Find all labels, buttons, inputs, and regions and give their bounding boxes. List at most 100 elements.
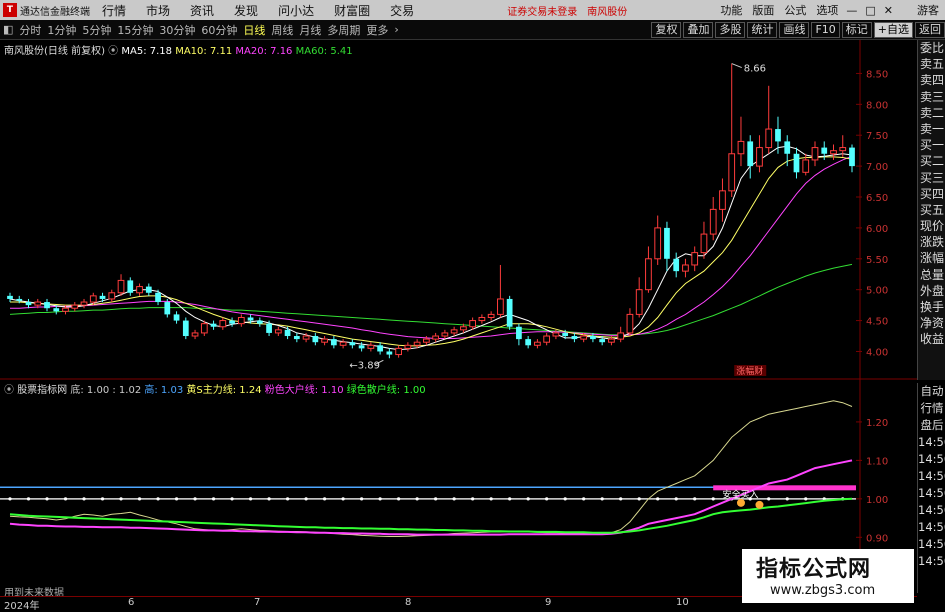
bottom-ref-dot — [471, 497, 475, 501]
period-daily[interactable]: 日线 — [243, 22, 265, 38]
menu-discover[interactable]: 发现 — [234, 2, 258, 19]
close-icon[interactable]: ✕ — [884, 4, 893, 17]
menu-function[interactable]: 功能 — [720, 2, 742, 18]
bottom-ref-dot — [582, 497, 586, 501]
bottom-ref-dot — [360, 497, 364, 501]
candle-body — [256, 320, 263, 324]
collapse-icon[interactable]: ◧ — [3, 23, 13, 36]
panel-item-buy5[interactable]: 买五 — [918, 202, 945, 218]
period-5min[interactable]: 5分钟 — [82, 22, 111, 38]
bottom-ref-dot — [600, 497, 604, 501]
bottom-ref-dot — [767, 497, 771, 501]
signal-marker-icon — [736, 498, 745, 507]
bottom-ref-dot — [211, 497, 216, 501]
login-notice[interactable]: 证券交易未登录 — [507, 3, 577, 18]
indicator-name[interactable]: 股票指标网 — [17, 385, 67, 396]
bottom-ref-dot — [637, 497, 641, 501]
bottom-ref-dot — [267, 497, 271, 501]
price-tick-label: 7.00 — [866, 162, 888, 173]
bottom-ref-dot — [489, 497, 493, 501]
bottom-ref-dot — [656, 497, 660, 501]
period-weekly[interactable]: 周线 — [271, 22, 293, 38]
candle-body — [590, 336, 596, 340]
chart-area[interactable]: 8.50 8.00 7.50 7.00 6.50 6.00 5.50 5.00 4.50 4.00… — [0, 40, 917, 596]
panel-item-buy1[interactable]: 买一 — [918, 137, 945, 153]
btn-back[interactable]: 返回 — [915, 21, 945, 38]
panel-item-pct[interactable]: 涨幅 — [918, 250, 945, 266]
period-30min[interactable]: 30分钟 — [159, 22, 195, 38]
menu-trade[interactable]: 交易 — [390, 2, 414, 19]
panel-item-sell5[interactable]: 卖五 — [918, 56, 945, 72]
menu-wealth[interactable]: 财富圈 — [334, 2, 370, 19]
tick-item-auto[interactable]: 自动 — [918, 383, 945, 400]
btn-adjust[interactable]: 复权 — [651, 21, 682, 38]
candle-body — [487, 313, 495, 318]
panel-item-sell2[interactable]: 卖二 — [918, 105, 945, 121]
btn-overlay[interactable]: 叠加 — [683, 21, 714, 38]
bottom-ref-dot — [508, 497, 512, 501]
candle-body — [534, 341, 541, 346]
period-15min[interactable]: 15分钟 — [117, 22, 153, 38]
btn-multi-stock[interactable]: 多股 — [715, 21, 746, 38]
panel-item-change[interactable]: 涨跌 — [918, 234, 945, 250]
btn-f10[interactable]: F10 — [811, 21, 840, 38]
btn-add-watchlist[interactable]: +自选 — [873, 21, 913, 38]
menu-news[interactable]: 资讯 — [190, 2, 214, 19]
bottom-ref-dot — [82, 497, 86, 501]
panel-item-sell3[interactable]: 卖三 — [918, 89, 945, 105]
panel-item-price[interactable]: 现价 — [918, 218, 945, 234]
btn-stats[interactable]: 统计 — [747, 21, 778, 38]
ma-toggle-icon[interactable]: ⦿ — [108, 46, 118, 57]
indicator-toggle-icon[interactable]: ⦿ — [4, 385, 14, 396]
panel-item-eps[interactable]: 收益 — [918, 331, 945, 347]
menu-quotes[interactable]: 行情 — [102, 2, 126, 19]
candle-body — [173, 314, 180, 321]
tick-item-after[interactable]: 盘后 — [918, 417, 945, 434]
minimize-icon[interactable]: — — [846, 4, 857, 17]
watermark-logo: 指标公式网 www.zbgs3.com — [742, 549, 914, 603]
btn-mark[interactable]: 标记 — [841, 21, 872, 38]
menu-market[interactable]: 市场 — [146, 2, 170, 19]
guest-label[interactable]: 游客 — [917, 2, 939, 18]
bottom-ref-dot — [119, 497, 123, 501]
panel-item-buy4[interactable]: 买四 — [918, 186, 945, 202]
chevron-right-icon[interactable]: › — [394, 23, 398, 36]
bottom-ref-dot — [174, 497, 179, 501]
tick-item-quote[interactable]: 行情 — [918, 400, 945, 417]
candle-body — [506, 298, 513, 327]
btn-draw[interactable]: 画线 — [779, 21, 810, 38]
menu-ask[interactable]: 问小达 — [278, 2, 314, 19]
tick-item-time: 14:50 — [918, 486, 945, 500]
period-monthly[interactable]: 月线 — [299, 22, 321, 38]
signal-label: 安全买入 — [722, 488, 758, 500]
panel-item-outer[interactable]: 外盘 — [918, 283, 945, 299]
candle-body — [200, 323, 208, 334]
period-more[interactable]: 更多 — [366, 22, 388, 38]
candle-body — [571, 336, 578, 340]
menu-layout[interactable]: 版面 — [752, 2, 774, 18]
panel-item-buy3[interactable]: 买三 — [918, 170, 945, 186]
menu-formula[interactable]: 公式 — [784, 2, 806, 18]
menu-options[interactable]: 选项 — [816, 2, 838, 18]
bottom-ref-dot — [378, 497, 382, 501]
candle-body — [358, 345, 365, 349]
period-1min[interactable]: 1分钟 — [47, 22, 76, 38]
panel-item-sell4[interactable]: 卖四 — [918, 72, 945, 88]
panel-item-netasset[interactable]: 净资 — [918, 315, 945, 331]
indicator-series-line — [9, 400, 853, 537]
panel-item-sell1[interactable]: 卖一 — [918, 121, 945, 137]
candle-body — [395, 347, 402, 356]
tick-item-time: 14:50 — [918, 503, 945, 517]
period-intraday[interactable]: 分时 — [19, 22, 41, 38]
bottom-ref-dot — [304, 497, 308, 501]
candle-body — [413, 341, 421, 346]
panel-item-buy2[interactable]: 买二 — [918, 153, 945, 169]
period-60min[interactable]: 60分钟 — [201, 22, 237, 38]
panel-item-turnover[interactable]: 换手 — [918, 299, 945, 315]
period-multi[interactable]: 多周期 — [327, 22, 360, 38]
indicator-axis: 1.20 1.10 1.00 0.90 — [866, 418, 888, 544]
panel-item-weibi[interactable]: 委比 — [918, 40, 945, 56]
panel-item-volume[interactable]: 总量 — [918, 267, 945, 283]
maximize-icon[interactable]: □ — [865, 4, 875, 17]
candle-body — [664, 227, 670, 259]
